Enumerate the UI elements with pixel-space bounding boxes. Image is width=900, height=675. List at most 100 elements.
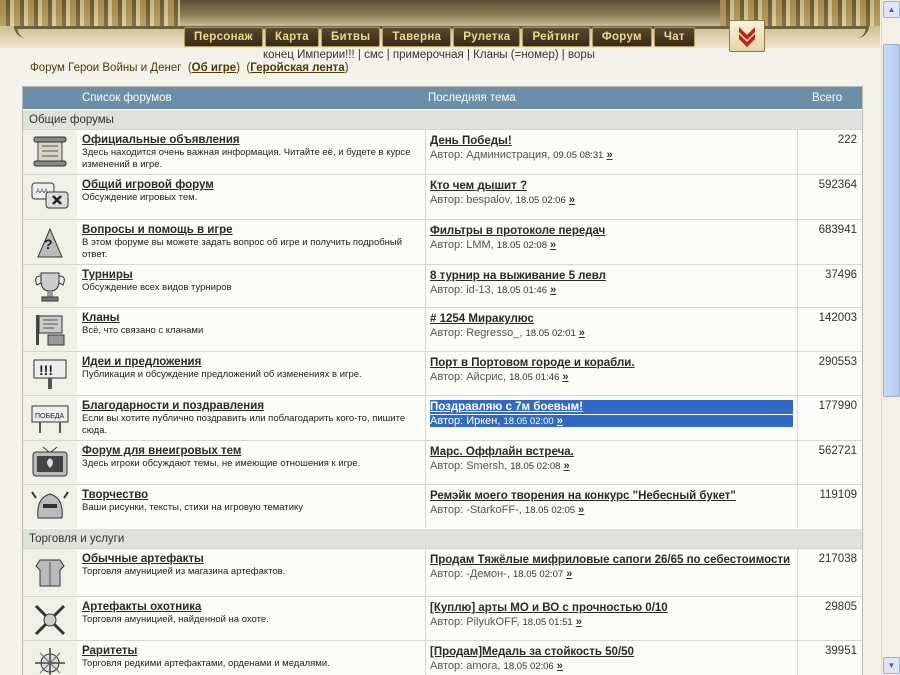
scroll-up-arrow-icon[interactable]: ▲: [883, 1, 900, 18]
go-to-last-post-link[interactable]: »: [579, 327, 585, 339]
nav-button[interactable]: Рейтинг: [522, 27, 590, 47]
nav-button[interactable]: Таверна: [382, 27, 452, 47]
scroll-down-arrow-icon[interactable]: ▼: [883, 657, 900, 674]
forum-link[interactable]: Форум для внеигровых тем: [82, 445, 422, 457]
forum-description: Обсуждение всех видов турниров: [82, 282, 232, 293]
last-topic-link[interactable]: [Куплю] арты МО и ВО с прочностью 0/10: [430, 601, 793, 615]
sub-link[interactable]: воры: [568, 49, 595, 61]
last-topic-cell: 8 турнир на выживание 5 левл Автор: id-13…: [425, 265, 797, 307]
author-label: Автор:: [430, 284, 464, 296]
go-to-last-post-link[interactable]: »: [550, 239, 556, 251]
forum-icon-cell: [23, 441, 77, 484]
last-topic-link[interactable]: Марс. Оффлайн встреча.: [430, 445, 793, 459]
hero-feed-link[interactable]: Геройская лента: [250, 62, 344, 74]
table-row: ? Вопросы и помощь в игре В этом форуме вы…: [23, 219, 862, 264]
total-posts: 177990: [797, 396, 862, 440]
nav-button[interactable]: Битвы: [320, 27, 381, 47]
last-topic-author-line: Автор: Айсрис, 18.05 01:46 »: [430, 371, 569, 383]
scrollbar[interactable]: ▲ ▼: [881, 0, 900, 675]
forum-link[interactable]: Идеи и предложения: [82, 356, 422, 368]
last-topic-author-line: Автор: id-13, 18.05 01:46 »: [430, 284, 557, 296]
go-to-last-post-link[interactable]: »: [606, 149, 612, 161]
last-topic-link[interactable]: День Победы!: [430, 134, 793, 148]
go-to-last-post-link[interactable]: »: [562, 371, 568, 383]
author-name: bespalov: [466, 194, 510, 206]
total-posts: 142003: [797, 308, 862, 351]
forum-link[interactable]: Турниры: [82, 269, 422, 281]
double-chevron-down-icon: [739, 27, 755, 47]
go-to-last-post-link[interactable]: »: [578, 504, 584, 516]
author-label: Автор:: [430, 371, 464, 383]
go-to-last-post-link[interactable]: »: [569, 194, 575, 206]
table-body: Общие форумы Официальные объявления Здесь …: [23, 109, 862, 675]
nav-button[interactable]: Чат: [653, 27, 695, 47]
forum-description: Публикация и обсуждение предложений об и…: [82, 369, 362, 380]
go-to-last-post-link[interactable]: »: [550, 284, 556, 296]
sub-link[interactable]: Кланы (=номер): [473, 49, 558, 61]
last-topic-link[interactable]: 8 турнир на выживание 5 левл: [430, 269, 793, 283]
svg-text:?: ?: [44, 236, 53, 252]
post-time: 18.05 02:05: [524, 505, 576, 516]
main-nav: Персонаж Карта Битвы Таверна Рулетка Рейтинг Ф…: [184, 27, 695, 49]
author-label: Автор:: [430, 660, 464, 672]
sub-link[interactable]: примерочная: [393, 49, 464, 61]
scroll-icon: [33, 136, 67, 167]
last-topic-link[interactable]: Кто чем дышит ?: [430, 179, 793, 193]
last-topic-link[interactable]: Поздравляю с 7м боевым!: [430, 400, 793, 414]
go-to-last-post-link[interactable]: »: [566, 568, 572, 580]
total-posts: 29805: [797, 597, 862, 640]
forum-link[interactable]: Благодарности и поздравления: [82, 400, 422, 412]
go-to-last-post-link[interactable]: »: [564, 460, 570, 472]
forum-link[interactable]: Вопросы и помощь в игре: [82, 224, 422, 236]
last-topic-link[interactable]: Ремэйк моего творения на конкурс "Небесн…: [430, 489, 793, 503]
nav-button[interactable]: Карта: [265, 27, 319, 47]
last-topic-link[interactable]: [Продам]Медаль за стойкость 50/50: [430, 645, 793, 659]
nav-button[interactable]: Рулетка: [453, 27, 521, 47]
go-to-last-post-link[interactable]: »: [576, 616, 582, 628]
nav-button[interactable]: Персонаж: [184, 27, 264, 47]
sub-link[interactable]: смс: [364, 49, 383, 61]
crossed-weapons-icon: [34, 604, 66, 635]
author-name: Regresso_: [466, 327, 520, 339]
author-label: Автор:: [430, 568, 464, 580]
total-posts: 683941: [797, 220, 862, 264]
last-topic-cell: Продам Тяжёлые мифриловые сапоги 26/65 п…: [425, 549, 797, 596]
scroll-thumb[interactable]: [883, 44, 900, 397]
forum-description: Здесь игроки обсуждают темы, не имеющие …: [82, 458, 361, 469]
clan-banner-icon: [36, 314, 65, 345]
go-to-last-post-link[interactable]: »: [556, 415, 563, 427]
victory-sign-icon: ПОБЕДА: [31, 405, 69, 433]
forum-description: Ваши рисунки, тексты, стихи на игровую т…: [82, 502, 304, 513]
forum-link[interactable]: Раритеты: [82, 645, 422, 657]
last-topic-author-line: Автор: Иркен, 18.05 02:00 »: [430, 415, 793, 427]
nav-button[interactable]: Форум: [591, 27, 652, 47]
table-row: Артефакты охотника Торговля амуницией, на…: [23, 596, 862, 640]
forum-link[interactable]: Артефакты охотника: [82, 601, 422, 613]
last-topic-author-line: Автор: LMM, 18.05 02:08 »: [430, 239, 557, 251]
post-time: 18.05 02:08: [496, 240, 547, 251]
author-label: Автор:: [430, 149, 464, 161]
last-topic-link[interactable]: Фильтры в протоколе передач: [430, 224, 793, 238]
scroll-down-button[interactable]: [729, 20, 765, 52]
sub-link[interactable]: конец Империи!!!: [263, 49, 355, 61]
total-posts: 37496: [797, 265, 862, 307]
last-topic-link[interactable]: Порт в Портовом городе и корабли.: [430, 356, 793, 370]
author-label: Автор:: [430, 616, 464, 628]
author-name: -Демон-: [466, 568, 507, 580]
author-name: id-13: [466, 284, 491, 296]
last-topic-link[interactable]: # 1254 Миракулюс: [430, 312, 793, 326]
forum-link[interactable]: Творчество: [82, 489, 422, 501]
post-time: 18.05 02:06: [515, 195, 566, 206]
last-topic-link[interactable]: Продам Тяжёлые мифриловые сапоги 26/65 п…: [430, 553, 793, 567]
forum-link[interactable]: Общий игровой форум: [82, 179, 422, 191]
last-topic-author-line: Автор: -Демон-, 18.05 02:07 »: [430, 568, 573, 580]
rare-artifact-icon: [35, 647, 65, 675]
go-to-last-post-link[interactable]: »: [557, 660, 563, 672]
forum-name-cell: Раритеты Торговля редкими артефактами, ор…: [82, 645, 422, 670]
about-game-link[interactable]: Об игре: [192, 62, 237, 74]
forum-link[interactable]: Официальные объявления: [82, 134, 422, 146]
forum-link[interactable]: Кланы: [82, 312, 422, 324]
forum-icon-cell: !!!: [23, 352, 77, 395]
forum-link[interactable]: Обычные артефакты: [82, 553, 422, 565]
last-topic-author-line: Автор: -StarkoFF-, 18.05 02:05 »: [430, 504, 585, 516]
